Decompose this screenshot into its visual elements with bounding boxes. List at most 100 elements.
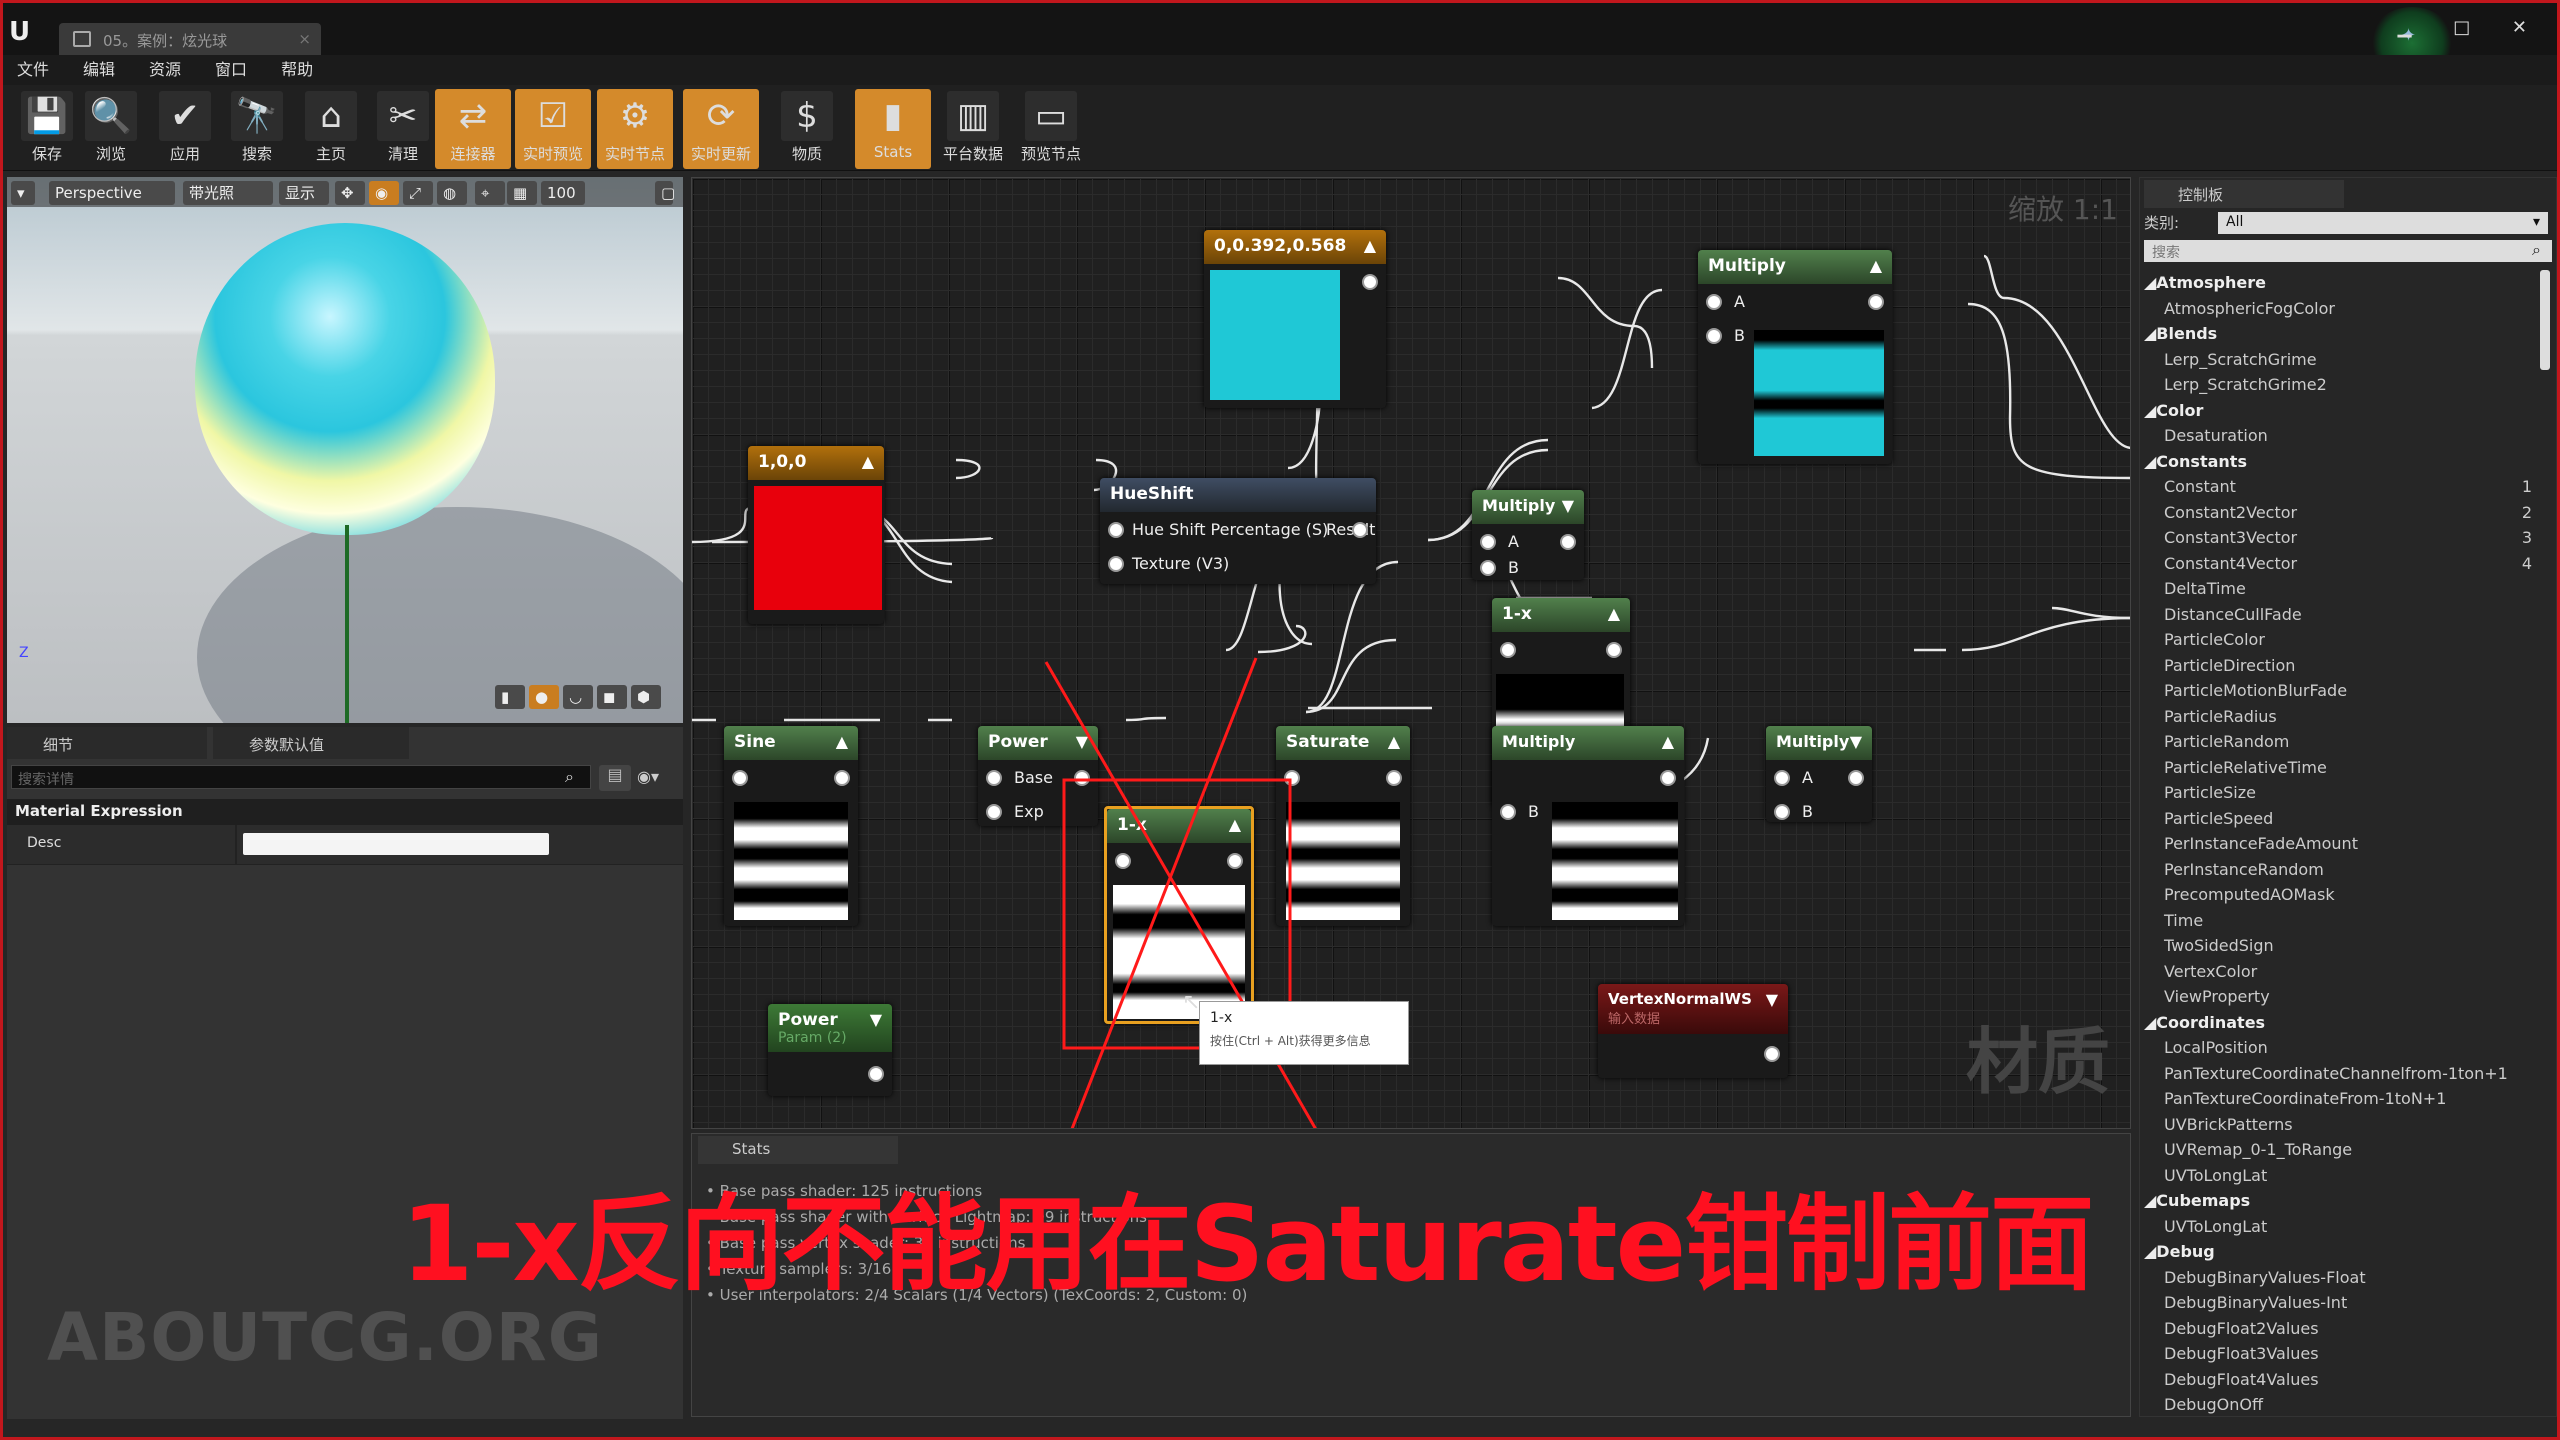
palette-item[interactable]: UVToLongLat	[2144, 1214, 2532, 1240]
palette-item[interactable]: PanTextureCoordinateChannelfrom-1ton+1	[2144, 1061, 2532, 1087]
material-graph[interactable]: 缩放 1:1 材质 1,0,0 ▲ 0,0.392,0.568 ▲ HueShift…	[691, 177, 2131, 1129]
menu-item-1[interactable]: 编辑	[83, 55, 115, 85]
palette-item[interactable]: PerInstanceRandom	[2144, 857, 2532, 883]
palette-item[interactable]: AtmosphericFogColor	[2144, 296, 2532, 322]
toolbar-button-10[interactable]: $ 物质	[769, 89, 845, 169]
eye-icon[interactable]: ◉▾	[637, 767, 659, 786]
palette-item[interactable]: DebugFloat3Values	[2144, 1341, 2532, 1367]
toolbar-button-6[interactable]: ⇄ 连接器	[435, 89, 511, 169]
palette-category[interactable]: ◢Atmosphere	[2144, 270, 2532, 296]
lighting-button[interactable]: 带光照	[183, 181, 273, 205]
toolbar-button-9[interactable]: ⟳ 实时更新	[683, 89, 759, 169]
view-mode-button[interactable]: Perspective	[49, 181, 175, 205]
show-button[interactable]: 显示	[279, 181, 329, 205]
globe-icon[interactable]: ◍	[437, 181, 467, 205]
palette-category[interactable]: ◢Color	[2144, 398, 2532, 424]
tab-palette[interactable]: 控制板	[2144, 180, 2344, 208]
palette-item[interactable]: UVRemap_0-1_ToRange	[2144, 1137, 2532, 1163]
rotate-icon[interactable]: ◉	[369, 181, 399, 205]
shortcut-key: 1	[2521, 477, 2532, 496]
palette-item[interactable]: UVBrickPatterns	[2144, 1112, 2532, 1138]
palette-item[interactable]: ViewProperty	[2144, 984, 2532, 1010]
palette-item[interactable]: ParticleRadius	[2144, 704, 2532, 730]
palette-item[interactable]: DistanceCullFade	[2144, 602, 2532, 628]
preview-plane-icon[interactable]: ◡	[563, 685, 593, 709]
move-icon[interactable]: ✥	[335, 181, 365, 205]
palette-item-label: DebugFloat4Values	[2164, 1369, 2319, 1389]
palette-search-input[interactable]: 搜索	[2144, 240, 2552, 262]
material-preview-viewport[interactable]: ▾ Perspective 带光照 显示 ✥ ◉ ⤢ ◍ ⌖ ▦ 100 ▢ Z…	[7, 177, 683, 723]
toolbar-button-3[interactable]: 🔭 搜索	[219, 89, 295, 169]
palette-item[interactable]: Desaturation	[2144, 423, 2532, 449]
close-tab-icon[interactable]: ×	[298, 30, 311, 48]
palette-item[interactable]: ParticleColor	[2144, 627, 2532, 653]
palette-item[interactable]: Time	[2144, 908, 2532, 934]
tab-details[interactable]: 细节	[7, 727, 207, 759]
toolbar-button-5[interactable]: ✂ 清理	[365, 89, 441, 169]
grid-icon[interactable]: ▦	[507, 181, 537, 205]
palette-item[interactable]: PanTextureCoordinateFrom-1toN+1	[2144, 1086, 2532, 1112]
palette-item[interactable]: TwoSidedSign	[2144, 933, 2532, 959]
toolbar-button-11[interactable]: ▮ Stats	[855, 89, 931, 169]
toolbar-button-8[interactable]: ⚙ 实时节点	[597, 89, 673, 169]
chevron-down-icon: ▾	[2532, 214, 2540, 230]
section-header[interactable]: Material Expression	[7, 799, 683, 825]
palette-item[interactable]: Constant3Vector 3	[2144, 525, 2532, 551]
toolbar-button-4[interactable]: ⌂ 主页	[293, 89, 369, 169]
menu-item-2[interactable]: 资源	[149, 55, 181, 85]
toolbar-button-2[interactable]: ✔ 应用	[147, 89, 223, 169]
view-options-icon[interactable]: ▤	[599, 765, 631, 791]
fov-value[interactable]: 100	[541, 181, 585, 205]
document-tab[interactable]: 05。案例：炫光球 ×	[59, 23, 321, 55]
viewport-maximize-icon[interactable]: ▢	[655, 181, 675, 205]
palette-category[interactable]: ◢Constants	[2144, 449, 2532, 475]
palette-item[interactable]: DebugBinaryValues-Float	[2144, 1265, 2532, 1291]
palette-item[interactable]: Constant 1	[2144, 474, 2532, 500]
snap-icon[interactable]: ⌖	[475, 181, 505, 205]
palette-item[interactable]: ParticleSize	[2144, 780, 2532, 806]
palette-item[interactable]: Constant2Vector 2	[2144, 500, 2532, 526]
preview-sphere-icon[interactable]: ●	[529, 685, 559, 709]
column-divider[interactable]	[235, 825, 237, 865]
palette-item[interactable]: Lerp_ScratchGrime	[2144, 347, 2532, 373]
palette-item[interactable]: DebugOnOff	[2144, 1392, 2532, 1418]
window-controls[interactable]: ▁ □ ✕	[2398, 17, 2545, 38]
palette-category[interactable]: ◢Coordinates	[2144, 1010, 2532, 1036]
menu-item-3[interactable]: 窗口	[215, 55, 247, 85]
palette-item[interactable]: ParticleRelativeTime	[2144, 755, 2532, 781]
palette-item[interactable]: UVToLongLat	[2144, 1163, 2532, 1189]
category-dropdown[interactable]: All ▾	[2218, 212, 2548, 234]
menu-item-0[interactable]: 文件	[17, 55, 49, 85]
palette-item[interactable]: DeltaTime	[2144, 576, 2532, 602]
palette-item[interactable]: PrecomputedAOMask	[2144, 882, 2532, 908]
preview-cube-icon[interactable]: ◼	[597, 685, 627, 709]
palette-item[interactable]: DebugFloat4Values	[2144, 1367, 2532, 1393]
scale-icon[interactable]: ⤢	[403, 181, 433, 205]
palette-item[interactable]: DebugFloat2Values	[2144, 1316, 2532, 1342]
palette-item[interactable]: Constant4Vector 4	[2144, 551, 2532, 577]
palette-scrollbar[interactable]	[2540, 270, 2550, 370]
palette-item[interactable]: ParticleRandom	[2144, 729, 2532, 755]
palette-category[interactable]: ◢Cubemaps	[2144, 1188, 2532, 1214]
palette-item[interactable]: PerInstanceFadeAmount	[2144, 831, 2532, 857]
palette-category[interactable]: ◢Blends	[2144, 321, 2532, 347]
palette-item[interactable]: Lerp_ScratchGrime2	[2144, 372, 2532, 398]
toolbar-button-7[interactable]: ☑ 实时预览	[515, 89, 591, 169]
details-search-input[interactable]: 搜索详情	[11, 765, 591, 789]
preview-cylinder-icon[interactable]: ▮	[495, 685, 525, 709]
palette-item[interactable]: ParticleDirection	[2144, 653, 2532, 679]
desc-input[interactable]	[243, 833, 549, 855]
palette-item[interactable]: ParticleMotionBlurFade	[2144, 678, 2532, 704]
palette-item[interactable]: ParticleSpeed	[2144, 806, 2532, 832]
toolbar-button-1[interactable]: 🔍 浏览	[73, 89, 149, 169]
preview-mesh-icon[interactable]: ⬢	[631, 685, 661, 709]
palette-item[interactable]: LocalPosition	[2144, 1035, 2532, 1061]
palette-item[interactable]: VertexColor	[2144, 959, 2532, 985]
palette-category[interactable]: ◢Debug	[2144, 1239, 2532, 1265]
toolbar-button-12[interactable]: ▥ 平台数据	[935, 89, 1011, 169]
tab-parameter-defaults[interactable]: 参数默认值	[213, 727, 409, 759]
palette-item[interactable]: DebugBinaryValues-Int	[2144, 1290, 2532, 1316]
viewport-menu-icon[interactable]: ▾	[11, 181, 35, 205]
toolbar-button-13[interactable]: ▭ 预览节点	[1013, 89, 1089, 169]
menu-item-4[interactable]: 帮助	[281, 55, 313, 85]
